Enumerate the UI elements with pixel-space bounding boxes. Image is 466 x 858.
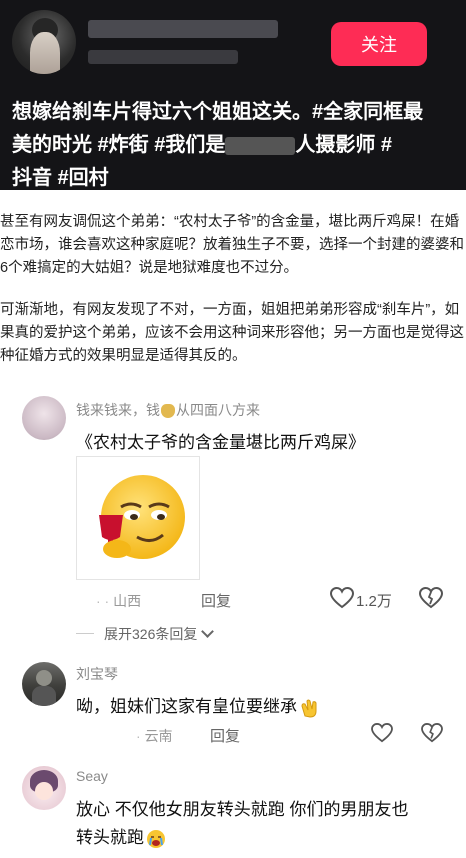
like-count: 1.2万	[356, 593, 392, 610]
hashtag-text[interactable]: 美的时光 #炸街 #我们是	[12, 134, 225, 156]
comment-location: · 云南	[136, 728, 173, 744]
author-info-blurred	[88, 50, 238, 64]
chevron-down-icon	[201, 625, 215, 638]
follow-button[interactable]: 关注	[331, 22, 427, 66]
comment-text: 《农村太子爷的含金量堪比两斤鸡屎》	[76, 433, 365, 452]
commenter-name[interactable]: 刘宝琴	[76, 664, 118, 684]
text-line: 6个难搞定的大姑姐？说是地狱难度也不过分。	[0, 260, 299, 276]
commenter-name[interactable]: Seay	[76, 768, 108, 784]
heart-icon[interactable]	[330, 587, 354, 609]
caption-line: 想嫁给刹车片得过六个姐姐这关。#全家同框最	[12, 101, 424, 123]
text-line: 果真的爱护这个弟弟，应该不会用这种词来形容他；另一方面也是觉得这	[0, 325, 464, 341]
money-bag-icon	[161, 404, 175, 419]
heart-icon[interactable]	[371, 723, 393, 743]
expand-replies-button[interactable]: 展开326条回复	[104, 624, 215, 644]
reply-button[interactable]: 回复	[210, 725, 240, 746]
author-avatar[interactable]	[12, 10, 76, 74]
text-line: 恋市场，谁会喜欢这种家庭呢？放着独生子不要，选择一个封建的婆婆和	[0, 237, 464, 253]
author-name-blurred	[88, 20, 278, 38]
text-line: 放心 不仅他女朋友转头就跑 你们的男朋友也	[76, 800, 409, 819]
comment-image[interactable]	[76, 456, 200, 580]
article-paragraph: 甚至有网友调侃这个弟弟：“农村太子爷”的含金量，堪比两斤鸡屎！在婚 恋市场，谁会…	[0, 211, 466, 280]
caption-line: 美的时光 #炸街 #我们是 人摄影师 #	[12, 129, 452, 162]
commenter-avatar[interactable]	[22, 396, 66, 440]
crying-face-icon	[146, 829, 166, 849]
divider	[76, 633, 94, 634]
video-header: 关注 想嫁给刹车片得过六个姐姐这关。#全家同框最 美的时光 #炸街 #我们是 人摄…	[0, 0, 466, 190]
reply-button[interactable]: 回复	[201, 590, 231, 611]
text-line: 种征婚方式的效果明显是适得其反的。	[0, 348, 247, 364]
dislike-icon[interactable]	[419, 587, 443, 609]
text-line: 转头就跑	[76, 824, 456, 852]
commenter-name[interactable]: 钱来钱来，钱 从四面八方来	[76, 400, 260, 420]
clapping-hands-icon	[299, 698, 321, 718]
commenter-avatar[interactable]	[22, 662, 66, 706]
comment-location: · · 山西	[96, 593, 142, 609]
comment-text: 呦，姐妹们这家有皇位要继承	[76, 692, 321, 718]
text-line: 甚至有网友调侃这个弟弟：“农村太子爷”的含金量，堪比两斤鸡屎！在婚	[0, 214, 460, 230]
blurred-text	[225, 136, 296, 155]
text-line: 可渐渐地，有网友发现了不对，一方面，姐姐把弟弟形容成“刹车片”，如	[0, 302, 460, 318]
commenter-avatar[interactable]	[22, 766, 66, 810]
caption-line[interactable]: 抖音 #回村	[12, 162, 452, 195]
article-paragraph: 可渐渐地，有网友发现了不对，一方面，姐姐把弟弟形容成“刹车片”，如 果真的爱护这…	[0, 299, 466, 368]
comment-text: 放心 不仅他女朋友转头就跑 你们的男朋友也 转头就跑	[76, 796, 456, 852]
hashtag-text[interactable]: 人摄影师 #	[295, 134, 392, 156]
smirk-drinking-emoji-icon	[99, 475, 185, 559]
video-caption: 想嫁给刹车片得过六个姐姐这关。#全家同框最 美的时光 #炸街 #我们是 人摄影师 …	[12, 96, 452, 195]
dislike-icon[interactable]	[421, 723, 443, 743]
